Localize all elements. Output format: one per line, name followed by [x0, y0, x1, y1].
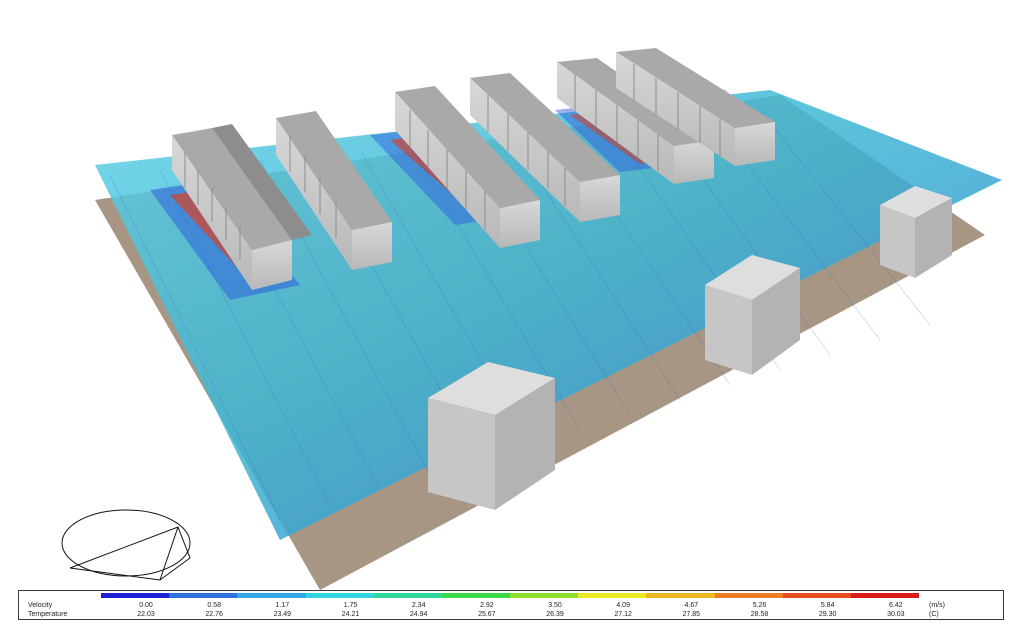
- legend-swatch: [169, 593, 238, 598]
- legend-velocity-value: 0.58: [207, 602, 221, 609]
- legend-temperature-value: 24.21: [341, 611, 360, 618]
- legend-velocity-value: 4.67: [684, 602, 699, 609]
- cfd-viewport[interactable]: [0, 0, 1024, 590]
- legend-velocity-label: Velocity: [28, 602, 53, 609]
- legend-velocity-value: 1.17: [275, 602, 290, 609]
- legend-swatch: [441, 593, 511, 598]
- legend-temperature-value: 24.94: [409, 611, 428, 618]
- legend-velocity-value: 2.34: [411, 602, 426, 609]
- legend-temperature-value: 29.30: [818, 611, 837, 618]
- legend-temperature-value: 23.49: [273, 611, 292, 618]
- legend-temperature-value: 27.12: [614, 611, 632, 618]
- legend-swatch: [850, 593, 920, 598]
- column-back: [880, 186, 952, 278]
- legend-temperature-label: Temperature: [28, 611, 68, 618]
- legend-temperature-value: 26.39: [546, 611, 564, 618]
- legend-swatch: [305, 593, 375, 598]
- legend-velocity-value: 1.75: [343, 602, 358, 609]
- legend-swatch: [578, 593, 647, 598]
- legend-velocity-value: 6.42: [889, 602, 903, 609]
- legend-velocity-value: 5.84: [820, 602, 835, 609]
- orientation-axis-icon[interactable]: [61, 509, 191, 581]
- legend-swatch: [101, 593, 170, 598]
- legend-temperature-unit: (C): [929, 611, 939, 618]
- legend-velocity-value: 5.26: [752, 602, 767, 609]
- legend-swatch: [646, 593, 715, 598]
- legend-swatch: [782, 593, 852, 598]
- legend-temperature-value: 28.58: [750, 611, 769, 618]
- legend-velocity-value: 4.09: [616, 602, 630, 609]
- legend-velocity-unit: (m/s): [929, 602, 945, 609]
- legend-swatch: [237, 593, 306, 598]
- legend-velocity-value: 0.00: [139, 602, 153, 609]
- legend-temperature-value: 27.85: [682, 611, 701, 618]
- color-legend: Velocity Temperature 0.00 0.58 1.17 1.75 2.3…: [18, 590, 1004, 620]
- legend-temperature-value: 30.03: [887, 611, 905, 618]
- legend-temperature-value: 22.03: [137, 611, 155, 618]
- legend-temperature-value: 22.76: [205, 611, 223, 618]
- legend-velocity-value: 2.92: [480, 602, 494, 609]
- legend-swatch: [714, 593, 784, 598]
- legend-swatch: [510, 593, 579, 598]
- legend-swatch: [373, 593, 443, 598]
- legend-velocity-value: 3.50: [548, 602, 562, 609]
- legend-temperature-value: 25.67: [478, 611, 496, 618]
